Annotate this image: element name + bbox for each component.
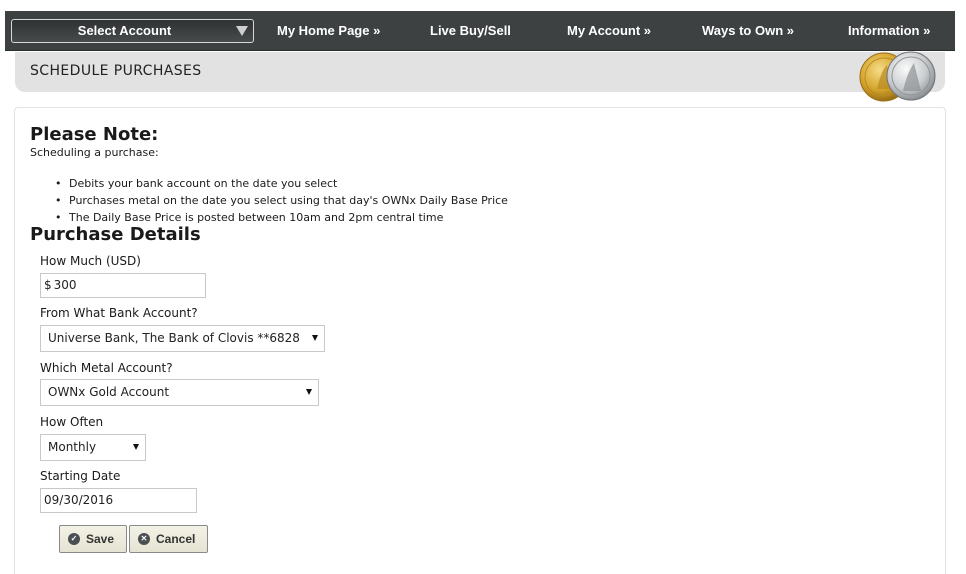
nav-ways-to-own[interactable]: Ways to Own » xyxy=(702,11,794,51)
frequency-value: Monthly xyxy=(48,440,97,454)
start-date-input[interactable]: 09/30/2016 xyxy=(40,488,197,513)
cancel-button[interactable]: ✕ Cancel xyxy=(129,525,208,553)
list-item: Purchases metal on the date you select u… xyxy=(55,192,508,209)
bank-account-select[interactable]: Universe Bank, The Bank of Clovis **6828 xyxy=(40,325,325,352)
bank-account-value: Universe Bank, The Bank of Clovis **6828 xyxy=(48,331,300,345)
start-date-label: Starting Date xyxy=(40,469,121,483)
metal-account-value: OWNx Gold Account xyxy=(48,385,170,399)
currency-symbol: $ xyxy=(44,278,52,292)
cancel-label: Cancel xyxy=(156,532,196,546)
save-label: Save xyxy=(86,532,115,546)
amount-value: 300 xyxy=(53,278,77,292)
amount-input[interactable]: $300 xyxy=(40,273,206,298)
nav-my-account[interactable]: My Account » xyxy=(567,11,651,51)
section-header: SCHEDULE PURCHASES xyxy=(15,51,945,102)
start-date-value: 09/30/2016 xyxy=(44,493,114,507)
select-arrow-icon xyxy=(312,335,318,341)
checkmark-icon: ✓ xyxy=(68,533,80,545)
frequency-label: How Often xyxy=(40,415,104,429)
nav-live-buy-sell[interactable]: Live Buy/Sell xyxy=(430,11,511,51)
account-select-label: Select Account xyxy=(77,23,172,38)
bank-account-label: From What Bank Account? xyxy=(40,306,198,320)
top-nav: Select Account My Home Page » Live Buy/S… xyxy=(5,11,955,51)
purchase-details-heading: Purchase Details xyxy=(30,224,201,245)
select-arrow-icon xyxy=(133,444,139,450)
schedule-form-card: Please Note: Scheduling a purchase: Debi… xyxy=(14,107,946,574)
metal-account-select[interactable]: OWNx Gold Account xyxy=(40,379,319,406)
note-subtitle: Scheduling a purchase: xyxy=(30,146,159,159)
gold-silver-coins-icon xyxy=(859,51,936,102)
metal-account-label: Which Metal Account? xyxy=(40,361,173,375)
note-list: Debits your bank account on the date you… xyxy=(55,175,508,226)
page-title: SCHEDULE PURCHASES xyxy=(30,63,202,79)
nav-information[interactable]: Information » xyxy=(848,11,930,51)
amount-label: How Much (USD) xyxy=(40,254,141,268)
dropdown-caret-icon xyxy=(236,26,248,36)
close-icon: ✕ xyxy=(138,533,150,545)
select-arrow-icon xyxy=(306,389,312,395)
note-heading: Please Note: xyxy=(30,124,159,145)
frequency-select[interactable]: Monthly xyxy=(40,434,146,461)
nav-my-home-page[interactable]: My Home Page » xyxy=(277,11,380,51)
save-button[interactable]: ✓ Save xyxy=(59,525,127,553)
account-select-dropdown[interactable]: Select Account xyxy=(11,19,254,43)
list-item: Debits your bank account on the date you… xyxy=(55,175,508,192)
